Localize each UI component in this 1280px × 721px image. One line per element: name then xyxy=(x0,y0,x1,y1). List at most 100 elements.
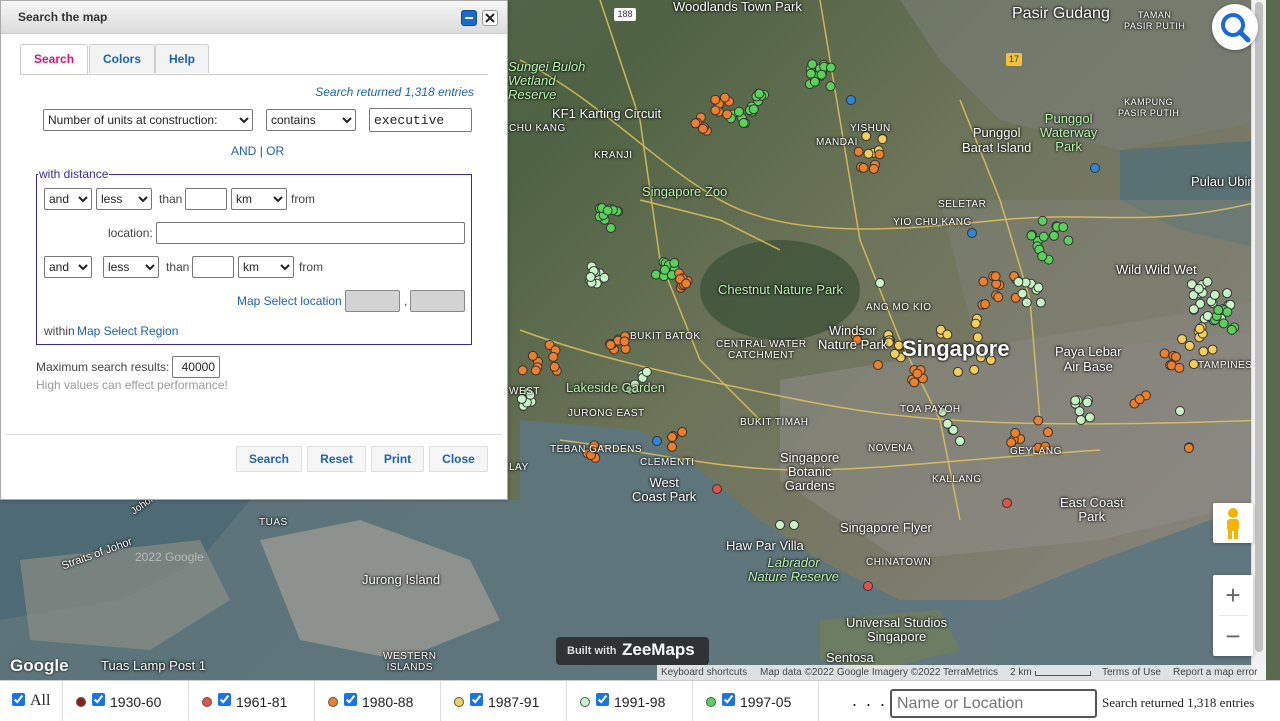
map-marker[interactable] xyxy=(952,366,963,377)
map-marker[interactable] xyxy=(863,581,873,591)
tab-colors[interactable]: Colors xyxy=(89,44,156,73)
map-marker[interactable] xyxy=(1177,334,1188,345)
map-marker[interactable] xyxy=(775,520,785,530)
zoom-out-button[interactable]: − xyxy=(1213,616,1253,656)
map-marker[interactable] xyxy=(738,117,749,128)
map-marker[interactable] xyxy=(825,62,836,73)
legend-item-checkbox[interactable] xyxy=(218,693,231,706)
map-marker[interactable] xyxy=(667,432,678,443)
map-marker[interactable] xyxy=(1048,230,1059,241)
map-marker[interactable] xyxy=(955,436,965,446)
map-marker[interactable] xyxy=(874,149,885,160)
map-marker[interactable] xyxy=(1194,323,1205,334)
field-select[interactable]: Number of units at construction: xyxy=(43,109,253,131)
map-marker[interactable] xyxy=(1026,230,1037,241)
map-marker[interactable] xyxy=(710,105,721,116)
tab-search[interactable]: Search xyxy=(20,44,89,74)
map-marker[interactable] xyxy=(1222,288,1233,299)
operator-select[interactable]: contains xyxy=(266,109,356,131)
map-marker[interactable] xyxy=(1058,222,1069,233)
or-link[interactable]: OR xyxy=(266,144,284,158)
search-button[interactable]: Search xyxy=(236,446,302,472)
close-button[interactable]: Close xyxy=(429,446,488,472)
map-marker[interactable] xyxy=(1159,348,1170,359)
row2-distance-input[interactable] xyxy=(192,256,234,278)
map-marker[interactable] xyxy=(602,205,613,216)
map-marker[interactable] xyxy=(599,272,610,283)
latitude-input[interactable] xyxy=(345,290,400,312)
map-marker[interactable] xyxy=(1070,395,1081,406)
map-marker[interactable] xyxy=(754,88,765,99)
legend-all-checkbox[interactable] xyxy=(12,693,25,706)
map-marker[interactable] xyxy=(970,318,981,329)
map-marker[interactable] xyxy=(1198,346,1209,357)
map-marker[interactable] xyxy=(909,377,920,388)
map-marker[interactable] xyxy=(517,365,528,376)
longitude-input[interactable] xyxy=(410,290,465,312)
map-marker[interactable] xyxy=(978,276,989,287)
map-marker[interactable] xyxy=(1193,283,1204,294)
legend-item-checkbox[interactable] xyxy=(596,693,609,706)
zoom-in-button[interactable]: + xyxy=(1213,575,1253,615)
map-marker[interactable] xyxy=(1170,351,1181,362)
map-marker[interactable] xyxy=(527,350,538,361)
map-marker[interactable] xyxy=(889,348,900,359)
map-marker[interactable] xyxy=(1037,251,1048,262)
map-marker[interactable] xyxy=(1017,288,1028,299)
legend-item-checkbox[interactable] xyxy=(92,693,105,706)
map-marker[interactable] xyxy=(1183,443,1194,454)
map-marker[interactable] xyxy=(967,228,977,238)
tab-help[interactable]: Help xyxy=(155,44,210,73)
map-marker[interactable] xyxy=(875,278,885,288)
location-input[interactable] xyxy=(156,222,465,244)
map-marker[interactable] xyxy=(805,68,816,79)
map-marker[interactable] xyxy=(1074,406,1085,417)
terms-link[interactable]: Terms of Use xyxy=(1102,667,1161,678)
map-marker[interactable] xyxy=(853,146,864,157)
row2-unit-select[interactable]: km xyxy=(238,256,294,278)
map-marker[interactable] xyxy=(1037,215,1048,226)
map-marker[interactable] xyxy=(1010,428,1021,439)
legend-more[interactable]: . . . xyxy=(852,690,887,711)
name-location-input[interactable] xyxy=(890,689,1097,718)
minimize-button[interactable] xyxy=(461,10,477,26)
map-marker[interactable] xyxy=(719,92,730,103)
map-marker[interactable] xyxy=(1033,415,1044,426)
map-marker[interactable] xyxy=(1082,397,1093,408)
and-link[interactable]: AND xyxy=(231,144,256,158)
map-marker[interactable] xyxy=(858,162,869,173)
legend-item-checkbox[interactable] xyxy=(470,693,483,706)
map-marker[interactable] xyxy=(710,94,721,105)
print-button[interactable]: Print xyxy=(371,446,424,472)
map-marker[interactable] xyxy=(1033,282,1044,293)
keyboard-shortcuts-link[interactable]: Keyboard shortcuts xyxy=(661,667,747,678)
map-marker[interactable] xyxy=(993,292,1004,303)
map-marker[interactable] xyxy=(1222,306,1233,317)
map-marker[interactable] xyxy=(1063,235,1074,246)
dialog-titlebar[interactable]: Search the map xyxy=(1,1,507,34)
map-marker[interactable] xyxy=(650,269,661,280)
row1-distance-input[interactable] xyxy=(185,188,227,210)
map-marker[interactable] xyxy=(722,109,733,120)
map-marker[interactable] xyxy=(1209,289,1220,300)
max-results-input[interactable] xyxy=(172,356,220,378)
report-error-link[interactable]: Report a map error xyxy=(1173,667,1257,678)
map-select-location-link[interactable]: Map Select location xyxy=(237,294,342,308)
map-marker[interactable] xyxy=(1188,304,1199,315)
row1-conj-select[interactable]: and xyxy=(44,188,92,210)
map-marker[interactable] xyxy=(681,278,692,289)
map-marker[interactable] xyxy=(990,271,1001,282)
map-marker[interactable] xyxy=(548,351,559,362)
map-select-region-link[interactable]: Map Select Region xyxy=(77,324,178,338)
map-marker[interactable] xyxy=(969,364,980,375)
map-marker[interactable] xyxy=(1084,412,1095,423)
row1-unit-select[interactable]: km xyxy=(231,188,287,210)
map-marker[interactable] xyxy=(585,272,596,283)
map-marker[interactable] xyxy=(1213,305,1224,316)
map-marker[interactable] xyxy=(1021,297,1032,308)
map-search-button[interactable] xyxy=(1212,4,1258,50)
map-marker[interactable] xyxy=(877,134,888,145)
map-marker[interactable] xyxy=(1075,414,1086,425)
map-marker[interactable] xyxy=(1202,276,1213,287)
map-marker[interactable] xyxy=(1175,406,1185,416)
